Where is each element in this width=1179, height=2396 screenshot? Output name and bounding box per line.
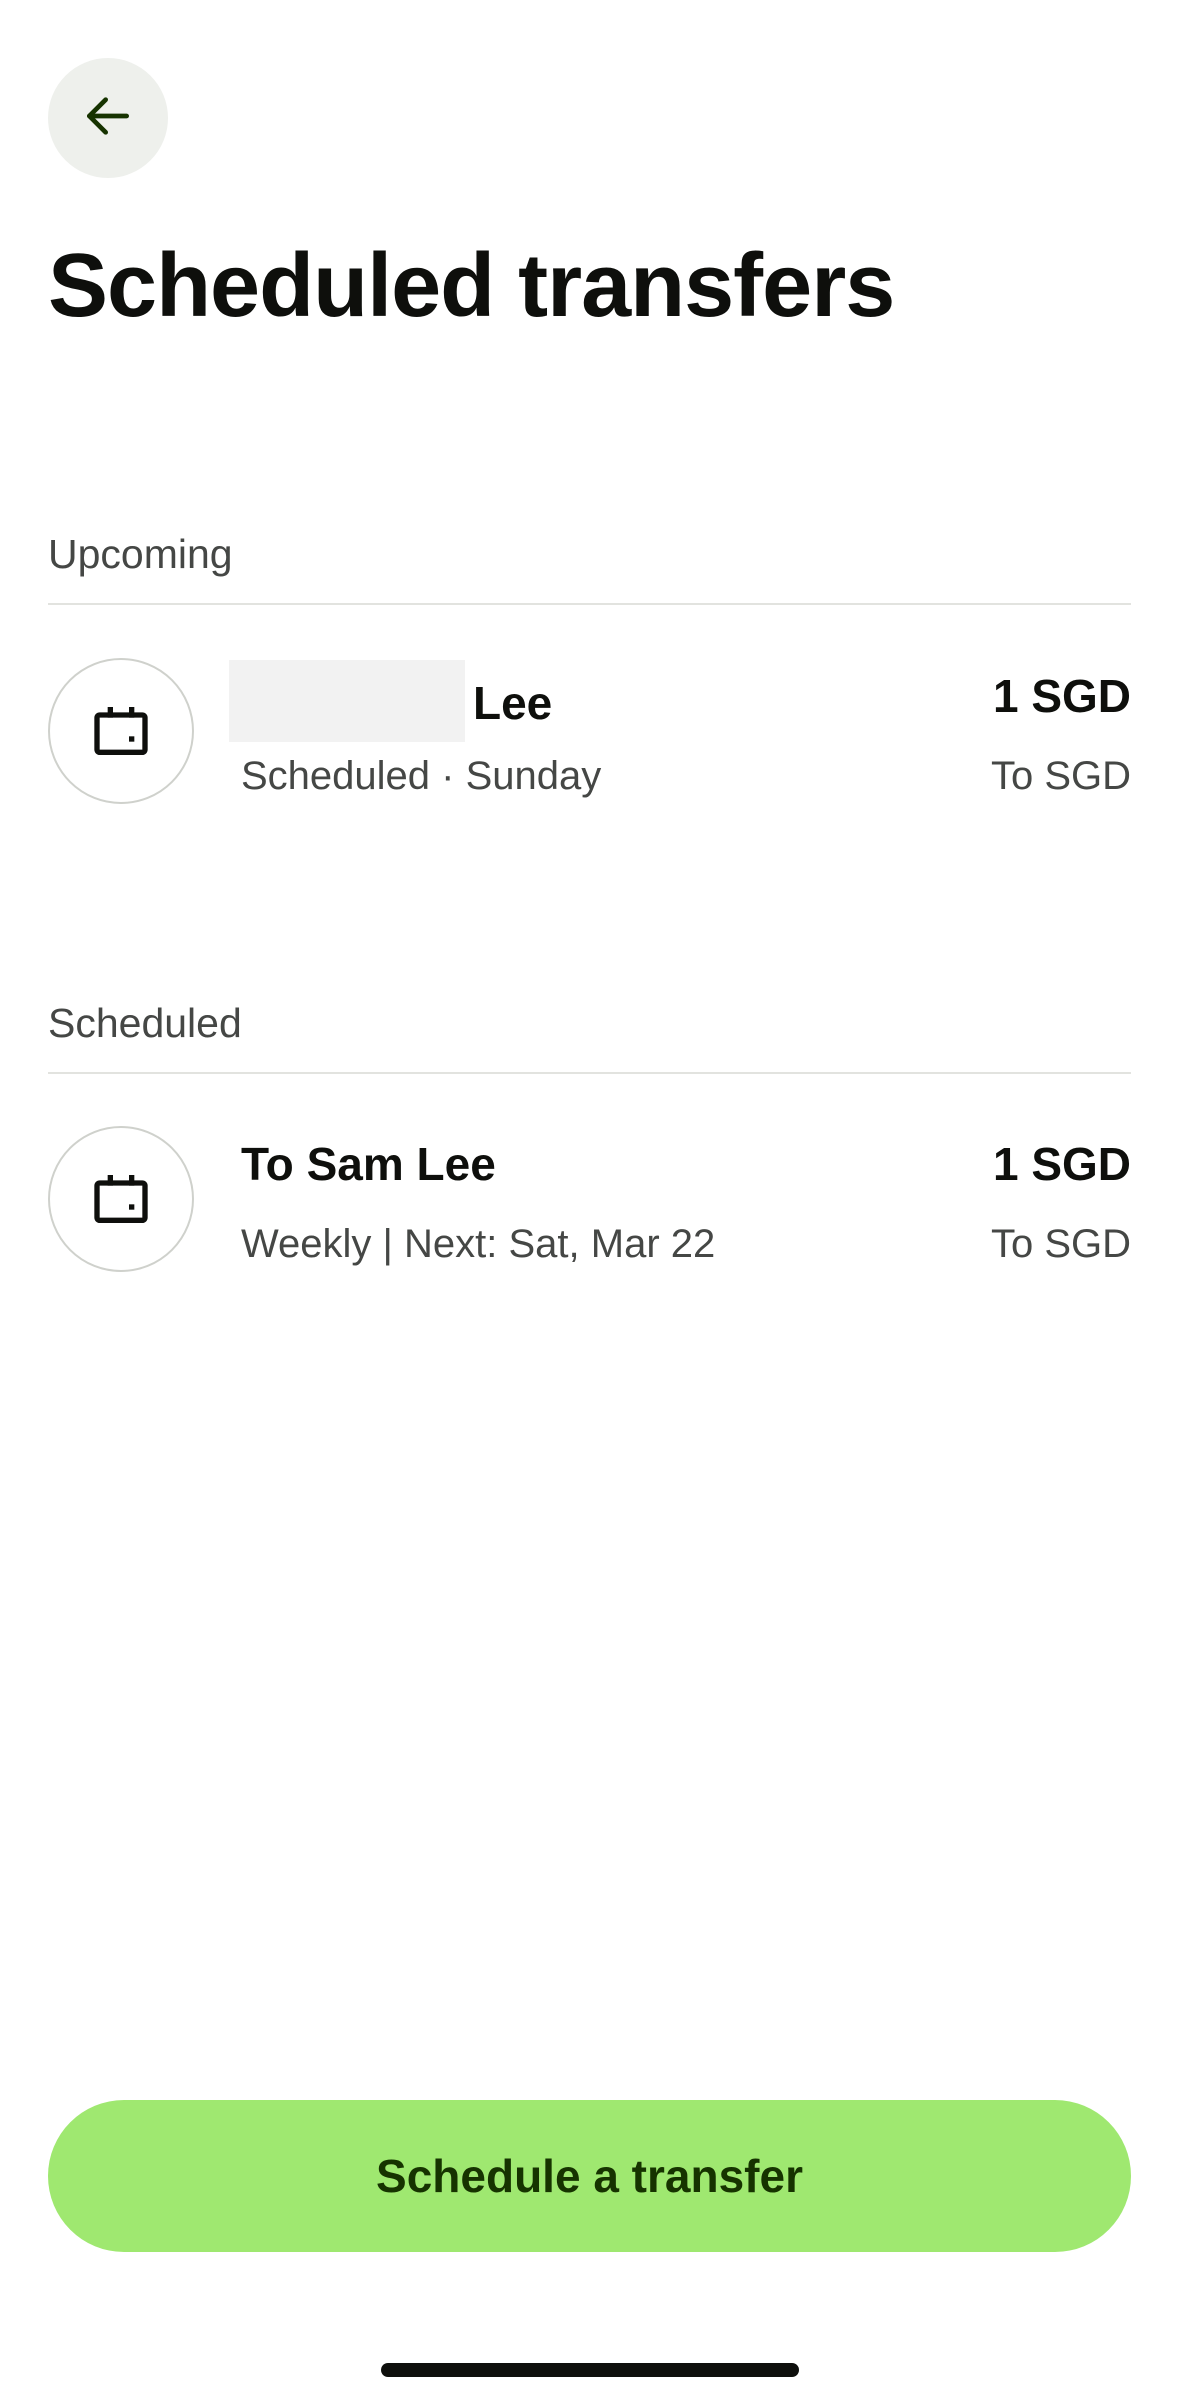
recipient-name: Lee xyxy=(229,660,553,748)
transfer-amount: 1 SGD xyxy=(992,670,1131,722)
recipient-name-text: Lee xyxy=(473,677,553,730)
transfer-schedule: Scheduled · Sunday xyxy=(241,754,602,798)
redacted-block xyxy=(229,660,465,742)
target-currency: To SGD xyxy=(990,754,1131,798)
scheduled-transfer-row[interactable]: To Sam Lee Weekly | Next: Sat, Mar 22 1 … xyxy=(48,1126,1131,1276)
section-header-scheduled: Scheduled xyxy=(48,1000,242,1046)
target-currency: To SGD xyxy=(990,1222,1131,1266)
divider xyxy=(48,1072,1131,1074)
back-button[interactable] xyxy=(48,58,168,178)
section-header-upcoming: Upcoming xyxy=(48,531,233,577)
home-indicator xyxy=(381,2363,799,2377)
transfer-schedule: Weekly | Next: Sat, Mar 22 xyxy=(241,1222,716,1266)
arrow-left-icon xyxy=(80,88,136,149)
upcoming-transfer-row[interactable]: Lee Scheduled · Sunday 1 SGD To SGD xyxy=(48,658,1131,808)
calendar-icon xyxy=(48,658,194,804)
calendar-icon xyxy=(48,1126,194,1272)
schedule-transfer-button[interactable]: Schedule a transfer xyxy=(48,2100,1131,2252)
divider xyxy=(48,603,1131,605)
page-title: Scheduled transfers xyxy=(48,236,895,336)
transfer-amount: 1 SGD xyxy=(992,1138,1131,1190)
recipient-name: To Sam Lee xyxy=(241,1138,496,1190)
